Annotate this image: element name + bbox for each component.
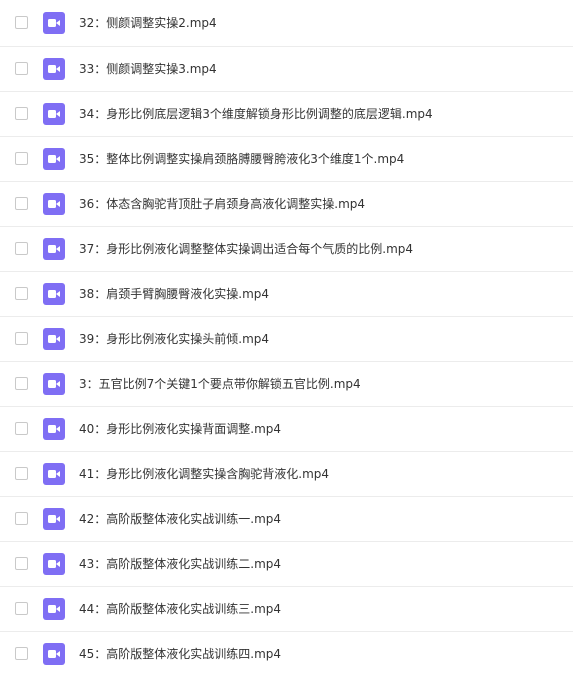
file-row[interactable]: 36：体态含胸驼背顶肚子肩颈身高液化调整实操.mp4 xyxy=(0,182,573,227)
select-checkbox[interactable] xyxy=(15,16,28,29)
file-name[interactable]: 34：身形比例底层逻辑3个维度解锁身形比例调整的底层逻辑.mp4 xyxy=(79,106,433,122)
file-name[interactable]: 38：肩颈手臂胸腰臀液化实操.mp4 xyxy=(79,286,269,302)
video-file-icon xyxy=(43,283,65,305)
select-checkbox[interactable] xyxy=(15,197,28,210)
select-checkbox[interactable] xyxy=(15,332,28,345)
select-checkbox[interactable] xyxy=(15,467,28,480)
video-camera-icon xyxy=(48,335,60,343)
file-row[interactable]: 3：五官比例7个关键1个要点带你解锁五官比例.mp4 xyxy=(0,362,573,407)
video-file-icon xyxy=(43,238,65,260)
video-camera-icon xyxy=(48,425,60,433)
select-checkbox[interactable] xyxy=(15,287,28,300)
video-camera-icon xyxy=(48,560,60,568)
select-checkbox[interactable] xyxy=(15,152,28,165)
file-row[interactable]: 33：侧颜调整实操3.mp4 xyxy=(0,47,573,92)
file-row[interactable]: 37：身形比例液化调整整体实操调出适合每个气质的比例.mp4 xyxy=(0,227,573,272)
video-file-icon xyxy=(43,373,65,395)
file-row[interactable]: 41：身形比例液化调整实操含胸驼背液化.mp4 xyxy=(0,452,573,497)
file-name[interactable]: 37：身形比例液化调整整体实操调出适合每个气质的比例.mp4 xyxy=(79,241,413,257)
video-camera-icon xyxy=(48,290,60,298)
file-name[interactable]: 36：体态含胸驼背顶肚子肩颈身高液化调整实操.mp4 xyxy=(79,196,365,212)
video-camera-icon xyxy=(48,380,60,388)
select-checkbox[interactable] xyxy=(15,62,28,75)
video-camera-icon xyxy=(48,155,60,163)
video-file-icon xyxy=(43,508,65,530)
file-name[interactable]: 33：侧颜调整实操3.mp4 xyxy=(79,61,217,77)
file-name[interactable]: 45：高阶版整体液化实战训练四.mp4 xyxy=(79,646,281,662)
video-file-icon xyxy=(43,463,65,485)
video-camera-icon xyxy=(48,19,60,27)
file-row[interactable]: 44：高阶版整体液化实战训练三.mp4 xyxy=(0,587,573,632)
select-checkbox[interactable] xyxy=(15,422,28,435)
select-checkbox[interactable] xyxy=(15,242,28,255)
video-file-icon xyxy=(43,553,65,575)
video-camera-icon xyxy=(48,110,60,118)
video-camera-icon xyxy=(48,200,60,208)
file-row[interactable]: 39：身形比例液化实操头前倾.mp4 xyxy=(0,317,573,362)
file-name[interactable]: 3：五官比例7个关键1个要点带你解锁五官比例.mp4 xyxy=(79,376,361,392)
file-row[interactable]: 40：身形比例液化实操背面调整.mp4 xyxy=(0,407,573,452)
file-name[interactable]: 44：高阶版整体液化实战训练三.mp4 xyxy=(79,601,281,617)
video-file-icon xyxy=(43,643,65,665)
select-checkbox[interactable] xyxy=(15,512,28,525)
video-camera-icon xyxy=(48,470,60,478)
file-row[interactable]: 38：肩颈手臂胸腰臀液化实操.mp4 xyxy=(0,272,573,317)
file-name[interactable]: 42：高阶版整体液化实战训练一.mp4 xyxy=(79,511,281,527)
file-name[interactable]: 32：侧颜调整实操2.mp4 xyxy=(79,15,217,31)
file-row[interactable]: 42：高阶版整体液化实战训练一.mp4 xyxy=(0,497,573,542)
video-file-icon xyxy=(43,598,65,620)
file-row[interactable]: 32：侧颜调整实操2.mp4 xyxy=(0,0,573,47)
select-checkbox[interactable] xyxy=(15,647,28,660)
video-file-icon xyxy=(43,12,65,34)
video-file-icon xyxy=(43,328,65,350)
video-camera-icon xyxy=(48,515,60,523)
file-row[interactable]: 45：高阶版整体液化实战训练四.mp4 xyxy=(0,632,573,675)
video-file-icon xyxy=(43,103,65,125)
file-name[interactable]: 39：身形比例液化实操头前倾.mp4 xyxy=(79,331,269,347)
file-name[interactable]: 41：身形比例液化调整实操含胸驼背液化.mp4 xyxy=(79,466,329,482)
video-camera-icon xyxy=(48,65,60,73)
video-file-icon xyxy=(43,418,65,440)
video-file-icon xyxy=(43,148,65,170)
select-checkbox[interactable] xyxy=(15,557,28,570)
file-list: 32：侧颜调整实操2.mp4 33：侧颜调整实操3.mp4 34：身形比例底层逻… xyxy=(0,0,573,675)
file-name[interactable]: 40：身形比例液化实操背面调整.mp4 xyxy=(79,421,281,437)
file-row[interactable]: 34：身形比例底层逻辑3个维度解锁身形比例调整的底层逻辑.mp4 xyxy=(0,92,573,137)
file-name[interactable]: 43：高阶版整体液化实战训练二.mp4 xyxy=(79,556,281,572)
video-camera-icon xyxy=(48,605,60,613)
file-row[interactable]: 35：整体比例调整实操肩颈胳膊腰臀胯液化3个维度1个.mp4 xyxy=(0,137,573,182)
select-checkbox[interactable] xyxy=(15,602,28,615)
video-camera-icon xyxy=(48,245,60,253)
video-camera-icon xyxy=(48,650,60,658)
select-checkbox[interactable] xyxy=(15,377,28,390)
select-checkbox[interactable] xyxy=(15,107,28,120)
video-file-icon xyxy=(43,58,65,80)
file-row[interactable]: 43：高阶版整体液化实战训练二.mp4 xyxy=(0,542,573,587)
file-name[interactable]: 35：整体比例调整实操肩颈胳膊腰臀胯液化3个维度1个.mp4 xyxy=(79,151,404,167)
video-file-icon xyxy=(43,193,65,215)
